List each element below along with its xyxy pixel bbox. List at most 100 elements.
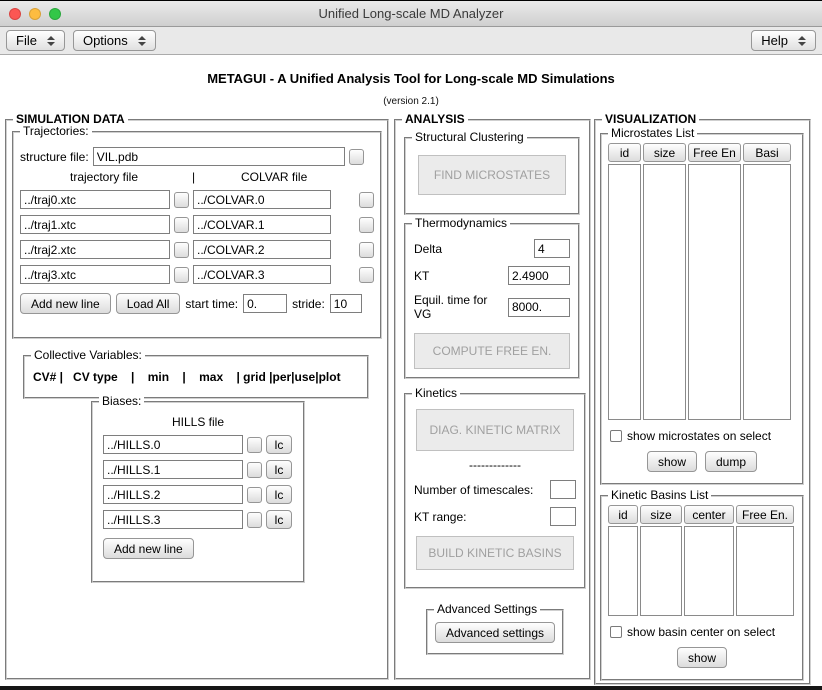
delta-input[interactable] (534, 239, 570, 258)
lc-button[interactable]: lc (266, 435, 292, 454)
page-subtitle: (version 2.1) (0, 96, 822, 107)
hills-browse-button[interactable] (247, 512, 262, 528)
close-button[interactable] (9, 8, 21, 20)
app-window: Unified Long-scale MD Analyzer File Opti… (0, 0, 822, 690)
microstates-list-column[interactable] (688, 164, 741, 420)
trajectories-frame: Trajectories: structure file: trajectory… (12, 131, 382, 339)
basins-column-header-id[interactable]: id (608, 505, 638, 524)
colvar-browse-button[interactable] (359, 192, 374, 208)
trajectory-browse-button[interactable] (174, 242, 189, 258)
colvar-file-input[interactable] (193, 190, 331, 209)
basins-column-header-center[interactable]: center (684, 505, 734, 524)
basins-show-button[interactable]: show (677, 647, 727, 668)
thermodynamics-label: Thermodynamics (412, 217, 510, 230)
thermodynamics-frame: Thermodynamics Delta KT Equil. time for … (404, 223, 580, 379)
hills-browse-button[interactable] (247, 462, 262, 478)
diag-kinetic-matrix-button[interactable]: DIAG. KINETIC MATRIX (416, 409, 574, 451)
kt-range-label: KT range: (414, 510, 466, 524)
hills-browse-button[interactable] (247, 437, 262, 453)
build-kinetic-basins-button[interactable]: BUILD KINETIC BASINS (416, 536, 574, 570)
hills-file-input[interactable] (103, 510, 243, 529)
microstates-column-header-size[interactable]: size (643, 143, 686, 162)
trajectory-browse-button[interactable] (174, 192, 189, 208)
lc-button[interactable]: lc (266, 485, 292, 504)
microstates-column-header-basin[interactable]: Basi (743, 143, 791, 162)
structure-file-browse-button[interactable] (349, 149, 364, 165)
basins-list-column[interactable] (608, 526, 638, 616)
microstates-list-column[interactable] (608, 164, 641, 420)
microstates-list-column[interactable] (643, 164, 686, 420)
analysis-panel: ANALYSIS Structural Clustering FIND MICR… (394, 119, 591, 680)
trajectory-file-input[interactable] (20, 265, 170, 284)
kinetics-label: Kinetics (412, 387, 460, 400)
microstates-show-button[interactable]: show (647, 451, 697, 472)
load-all-button[interactable]: Load All (116, 293, 181, 314)
kt-range-input[interactable] (550, 507, 576, 526)
microstates-list-label: Microstates List (608, 127, 697, 140)
colvar-browse-button[interactable] (359, 242, 374, 258)
trajectory-file-input[interactable] (20, 190, 170, 209)
visualization-label: VISUALIZATION (602, 113, 699, 126)
basins-list-column[interactable] (640, 526, 682, 616)
start-time-input[interactable] (243, 294, 287, 313)
colvar-file-column-header: COLVAR file (199, 170, 349, 184)
microstates-dump-button[interactable]: dump (705, 451, 757, 472)
biases-label: Biases: (99, 395, 144, 408)
basins-column-header-size[interactable]: size (640, 505, 682, 524)
show-microstates-checkbox[interactable] (610, 430, 622, 442)
options-menu-button[interactable]: Options (73, 30, 156, 51)
trajectory-browse-button[interactable] (174, 217, 189, 233)
structural-clustering-label: Structural Clustering (412, 131, 527, 144)
microstates-column-header-free-en[interactable]: Free En (688, 143, 741, 162)
hills-browse-button[interactable] (247, 487, 262, 503)
file-menu-button[interactable]: File (6, 30, 65, 51)
help-menu-label: Help (761, 33, 788, 48)
basins-list-column[interactable] (736, 526, 794, 616)
trajectory-row (20, 190, 374, 209)
biases-add-new-line-button[interactable]: Add new line (103, 538, 194, 559)
colvar-browse-button[interactable] (359, 267, 374, 283)
start-time-label: start time: (185, 297, 238, 311)
kinetics-separator: ------------- (406, 458, 584, 472)
show-basin-center-checkbox[interactable] (610, 626, 622, 638)
microstates-column-header-id[interactable]: id (608, 143, 641, 162)
lc-button[interactable]: lc (266, 460, 292, 479)
microstates-list-column[interactable] (743, 164, 791, 420)
basins-column-header-free-en[interactable]: Free En. (736, 505, 794, 524)
add-new-line-button[interactable]: Add new line (20, 293, 111, 314)
stride-input[interactable] (330, 294, 362, 313)
minimize-button[interactable] (29, 8, 41, 20)
help-menu-button[interactable]: Help (751, 30, 816, 51)
updown-arrows-icon (47, 36, 55, 46)
zoom-button[interactable] (49, 8, 61, 20)
equil-time-input[interactable] (508, 298, 570, 317)
kt-input[interactable] (508, 266, 570, 285)
page-title: METAGUI - A Unified Analysis Tool for Lo… (0, 71, 822, 86)
colvar-browse-button[interactable] (359, 217, 374, 233)
colvar-file-input[interactable] (193, 265, 331, 284)
basins-list-column[interactable] (684, 526, 734, 616)
menubar: File Options Help (0, 27, 822, 55)
column-separator: | (192, 170, 195, 184)
structure-file-input[interactable] (93, 147, 345, 166)
titlebar: Unified Long-scale MD Analyzer (0, 1, 822, 27)
colvar-file-input[interactable] (193, 215, 331, 234)
lc-button[interactable]: lc (266, 510, 292, 529)
trajectory-file-input[interactable] (20, 215, 170, 234)
stride-label: stride: (292, 297, 325, 311)
find-microstates-button[interactable]: FIND MICROSTATES (418, 155, 566, 195)
show-microstates-checkbox-label: show microstates on select (627, 429, 771, 443)
timescales-input[interactable] (550, 480, 576, 499)
hills-file-input[interactable] (103, 485, 243, 504)
hills-file-input[interactable] (103, 435, 243, 454)
compute-free-en-button[interactable]: COMPUTE FREE EN. (414, 333, 570, 369)
advanced-settings-button[interactable]: Advanced settings (435, 622, 555, 643)
kt-label: KT (414, 269, 429, 283)
hills-file-input[interactable] (103, 460, 243, 479)
colvar-file-input[interactable] (193, 240, 331, 259)
trajectory-file-input[interactable] (20, 240, 170, 259)
hills-file-header: HILLS file (93, 415, 303, 429)
trajectory-browse-button[interactable] (174, 267, 189, 283)
window-controls (9, 8, 61, 20)
trajectory-row (20, 265, 374, 284)
